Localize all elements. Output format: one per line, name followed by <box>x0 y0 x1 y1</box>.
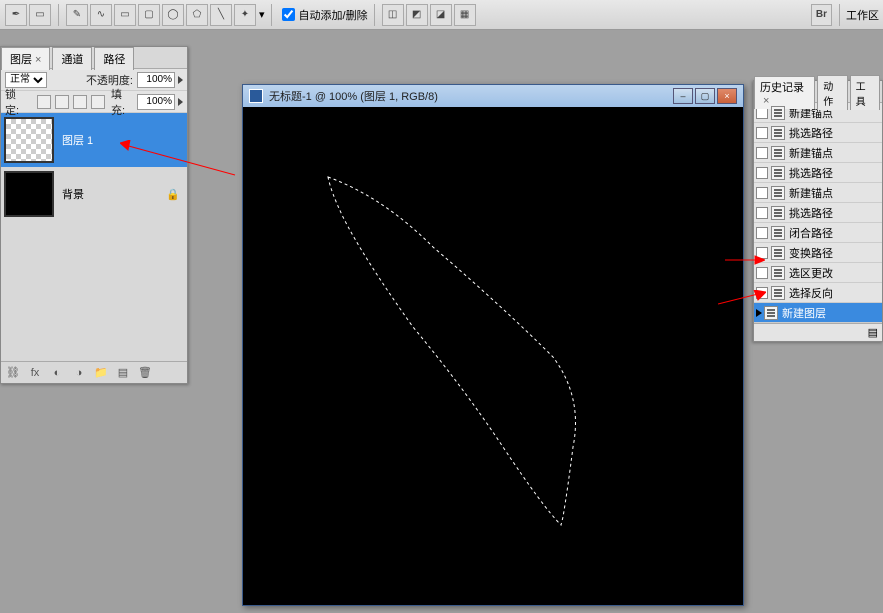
document-title: 无标题-1 @ 100% (图层 1, RGB/8) <box>269 88 438 104</box>
history-label: 新建图层 <box>782 305 826 321</box>
history-item[interactable]: 挑选路径 <box>754 163 882 183</box>
opacity-flyout-icon[interactable] <box>178 76 183 84</box>
history-step-icon <box>771 286 785 300</box>
tab-paths[interactable]: 路径 <box>94 47 134 70</box>
rect-icon[interactable]: ▭ <box>114 4 136 26</box>
lock-all-icon[interactable] <box>91 95 105 109</box>
ellipse-icon[interactable]: ◯ <box>162 4 184 26</box>
lock-position-icon[interactable] <box>73 95 87 109</box>
pen-icon[interactable]: ✎ <box>66 4 88 26</box>
minimize-button[interactable]: – <box>673 88 693 104</box>
history-step-icon <box>771 186 785 200</box>
layers-panel: 图层× 通道 路径 正常 不透明度: 锁定: 填充: 图层 1 背景 🔒 <box>0 46 188 384</box>
shape-mode-icon[interactable]: ▭ <box>29 4 51 26</box>
history-step-icon <box>764 306 778 320</box>
lock-paint-icon[interactable] <box>55 95 69 109</box>
pen-tool-icon[interactable]: ✒ <box>5 4 27 26</box>
history-label: 挑选路径 <box>789 165 833 181</box>
line-icon[interactable]: ╲ <box>210 4 232 26</box>
lock-transparent-icon[interactable] <box>37 95 51 109</box>
canvas[interactable] <box>243 107 743 605</box>
lock-label: 锁定: <box>5 86 27 118</box>
fill-label: 填充: <box>111 86 133 118</box>
history-menu-icon[interactable]: ▤ <box>868 326 878 339</box>
freeform-pen-icon[interactable]: ∿ <box>90 4 112 26</box>
tab-actions[interactable]: 动作 <box>817 75 847 110</box>
fx-icon[interactable]: fx <box>27 365 43 381</box>
layer-thumbnail[interactable] <box>4 171 54 217</box>
fill-flyout-icon[interactable] <box>178 98 183 106</box>
maximize-button[interactable]: ▢ <box>695 88 715 104</box>
close-button[interactable]: × <box>717 88 737 104</box>
path-subtract-icon[interactable]: ◩ <box>406 4 428 26</box>
close-icon[interactable]: × <box>35 54 41 66</box>
group-icon[interactable]: 📁 <box>93 365 109 381</box>
tab-history[interactable]: 历史记录× <box>754 76 815 109</box>
path-intersect-icon[interactable]: ◪ <box>430 4 452 26</box>
layer-thumbnail[interactable] <box>4 117 54 163</box>
tab-channels[interactable]: 通道 <box>52 47 92 70</box>
history-item[interactable]: 闭合路径 <box>754 223 882 243</box>
auto-add-delete-checkbox[interactable] <box>282 8 295 21</box>
auto-add-delete-label: 自动添加/删除 <box>299 7 368 23</box>
delete-layer-icon[interactable]: 🗑 <box>137 365 153 381</box>
history-step-icon <box>771 126 785 140</box>
history-step-icon <box>771 266 785 280</box>
history-item[interactable]: 新建锚点 <box>754 143 882 163</box>
history-item[interactable]: 变换路径 <box>754 243 882 263</box>
polygon-icon[interactable]: ⬠ <box>186 4 208 26</box>
opacity-input[interactable] <box>137 72 175 88</box>
history-label: 挑选路径 <box>789 205 833 221</box>
history-label: 选择反向 <box>789 285 833 301</box>
rounded-rect-icon[interactable]: ▢ <box>138 4 160 26</box>
history-list: 新建锚点 挑选路径 新建锚点 挑选路径 新建锚点 挑选路径 闭合路径 变换路径 … <box>754 103 882 323</box>
history-step-icon <box>771 166 785 180</box>
document-window: 无标题-1 @ 100% (图层 1, RGB/8) – ▢ × <box>242 84 744 606</box>
history-step-icon <box>771 146 785 160</box>
tab-tools[interactable]: 工具 <box>850 75 880 110</box>
close-icon[interactable]: × <box>763 95 769 107</box>
bridge-button[interactable]: Br <box>811 4 832 26</box>
history-item[interactable]: 选择反向 <box>754 283 882 303</box>
fill-input[interactable] <box>137 94 175 110</box>
history-item[interactable]: 挑选路径 <box>754 123 882 143</box>
annotation-arrow <box>718 290 766 306</box>
history-label: 选区更改 <box>789 265 833 281</box>
custom-shape-icon[interactable]: ✦ <box>234 4 256 26</box>
path-exclude-icon[interactable]: ▦ <box>454 4 476 26</box>
history-label: 新建锚点 <box>789 145 833 161</box>
history-item[interactable]: 新建锚点 <box>754 183 882 203</box>
layers-footer: ⛓ fx ◐ ◑ 📁 ▤ 🗑 <box>1 361 187 383</box>
history-step-icon <box>771 106 785 120</box>
options-bar: ✒ ▭ ✎ ∿ ▭ ▢ ◯ ⬠ ╲ ✦ ▾ 自动添加/删除 ◫ ◩ ◪ ▦ Br… <box>0 0 883 30</box>
history-label: 挑选路径 <box>789 125 833 141</box>
history-step-icon <box>771 226 785 240</box>
history-item[interactable]: 选区更改 <box>754 263 882 283</box>
play-icon <box>756 309 762 317</box>
link-layers-icon[interactable]: ⛓ <box>5 365 21 381</box>
layer-name: 背景 <box>62 186 166 202</box>
history-label: 变换路径 <box>789 245 833 261</box>
history-item[interactable]: 挑选路径 <box>754 203 882 223</box>
tab-layers[interactable]: 图层× <box>1 47 50 70</box>
history-label: 闭合路径 <box>789 225 833 241</box>
path-combine-icon[interactable]: ◫ <box>382 4 404 26</box>
mask-icon[interactable]: ◐ <box>49 365 65 381</box>
history-step-icon <box>771 246 785 260</box>
annotation-arrow <box>120 140 240 180</box>
history-step-icon <box>771 206 785 220</box>
history-item[interactable]: 新建图层 <box>754 303 882 323</box>
annotation-arrow <box>725 254 765 266</box>
ps-icon <box>249 89 263 103</box>
auto-add-delete-check[interactable]: 自动添加/删除 <box>282 7 368 23</box>
workspace-label[interactable]: 工作区 <box>846 7 879 23</box>
history-label: 新建锚点 <box>789 185 833 201</box>
lock-icon: 🔒 <box>166 188 178 200</box>
new-layer-icon[interactable]: ▤ <box>115 365 131 381</box>
document-titlebar[interactable]: 无标题-1 @ 100% (图层 1, RGB/8) – ▢ × <box>243 85 743 107</box>
adjustment-icon[interactable]: ◑ <box>71 365 87 381</box>
history-panel: 历史记录× 动作 工具 新建锚点 挑选路径 新建锚点 挑选路径 新建锚点 挑选路… <box>753 80 883 342</box>
